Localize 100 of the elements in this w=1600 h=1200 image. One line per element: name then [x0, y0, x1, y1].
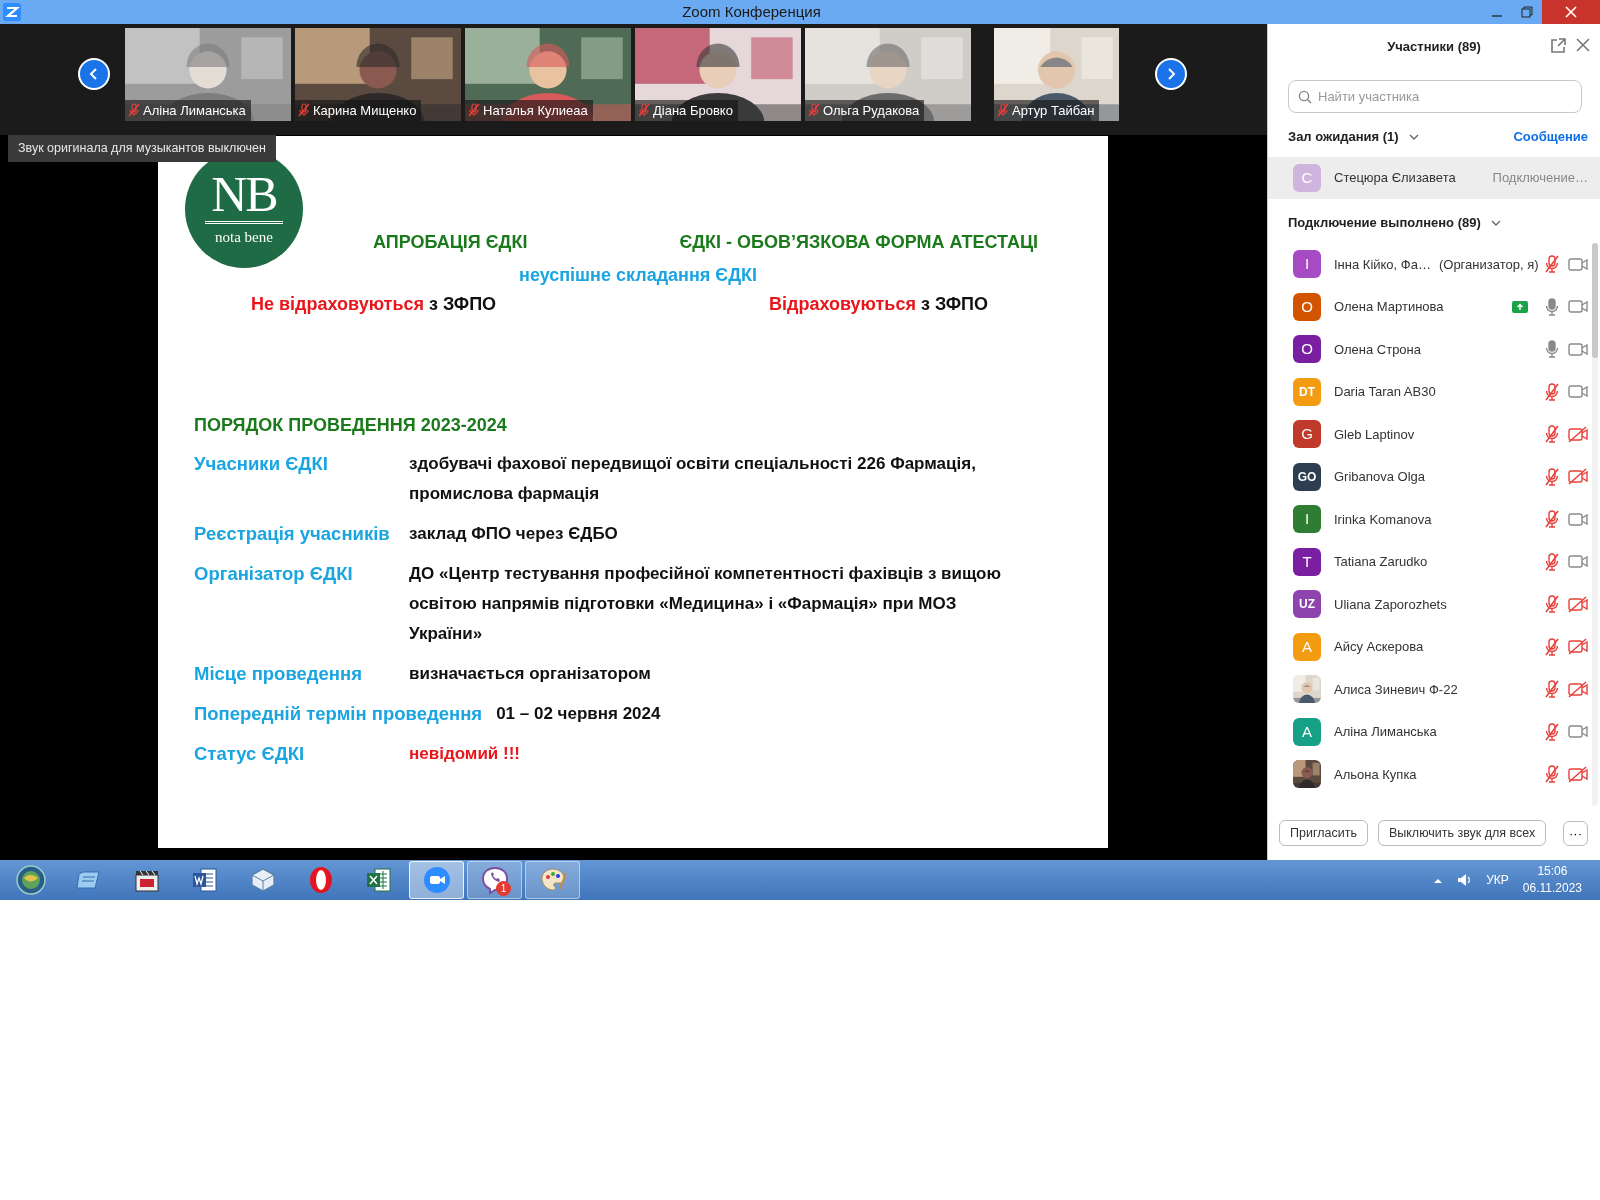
participant-name: Tatiana Zarudko — [1334, 553, 1428, 571]
search-field[interactable]: Найти участника — [1288, 80, 1582, 113]
clock-date: 06.11.2023 — [1522, 880, 1582, 897]
avatar: I — [1293, 250, 1321, 279]
avatar: O — [1293, 292, 1321, 321]
row-label: Попередній термін проведення — [194, 702, 484, 726]
participant-name: Артур Тайбан — [1012, 101, 1095, 120]
muted-mic-icon — [1544, 382, 1560, 401]
row-label: Реєстрація учасників — [194, 522, 391, 546]
participant-row[interactable]: T Tatiana Zarudko — [1268, 540, 1600, 583]
muted-mic-icon — [638, 103, 650, 118]
connection-status: Подключение… — [1492, 169, 1588, 188]
avatar: G — [1293, 420, 1321, 449]
participant-row[interactable]: O Олена Строна — [1268, 328, 1600, 371]
chevron-left-icon — [88, 67, 100, 81]
row-value: визначається організатором — [409, 663, 651, 685]
participant-row[interactable]: Альона Купка — [1268, 753, 1600, 796]
participant-name: Gribanova Olga — [1334, 468, 1426, 486]
notification-badge: 1 — [496, 881, 511, 896]
participant-row[interactable]: DT Daria Taran AB30 — [1268, 370, 1600, 413]
avatar: A — [1293, 717, 1321, 746]
row-label: Організатор ЄДКІ — [194, 562, 354, 586]
participant-row[interactable]: O Олена Мартинова — [1268, 285, 1600, 328]
participant-name: Ольга Рудакова — [823, 101, 920, 120]
avatar: GO — [1293, 462, 1321, 491]
outcome-text: Відраховуються з ЗФПО — [769, 293, 990, 316]
video-camera-icon — [1568, 383, 1588, 401]
close-button[interactable] — [1576, 38, 1590, 54]
video-off-icon — [1568, 638, 1588, 656]
participant-role: (Организатор, я) — [1438, 255, 1539, 274]
row-label: Учасники ЄДКІ — [194, 452, 329, 476]
slide-heading: ЄДКІ - ОБОВ’ЯЗКОВА ФОРМА АТЕСТАЦІ — [679, 231, 1039, 254]
screen-share-icon — [1512, 300, 1528, 313]
video-off-icon — [1568, 425, 1588, 443]
participant-name: Аліна Лиманська — [143, 101, 246, 120]
next-button[interactable] — [1155, 58, 1187, 90]
close-icon — [1565, 6, 1577, 18]
mic-icon — [1544, 340, 1560, 359]
invite-button[interactable]: Пригласить — [1279, 819, 1368, 847]
participant-name: Олена Строна — [1334, 340, 1421, 359]
participant-name: Стецюра Єлизавета — [1334, 169, 1456, 188]
avatar: DT — [1293, 377, 1321, 406]
language-indicator[interactable]: УКР — [1486, 871, 1509, 889]
participant-row[interactable]: Алиса Зиневич Ф-22 — [1268, 668, 1600, 711]
participant-row[interactable]: G Gleb Laptinov — [1268, 413, 1600, 456]
mute-all-button[interactable]: Выключить звук для всех — [1377, 819, 1547, 847]
row-label: Статус ЄДКІ — [194, 742, 306, 766]
participant-row[interactable]: A Айсу Аскерова — [1268, 625, 1600, 668]
scrollbar-thumb[interactable] — [1592, 243, 1598, 358]
row-value: заклад ФПО через ЄДБО — [409, 523, 618, 545]
show-hidden-icons-button[interactable] — [1434, 877, 1443, 883]
close-button[interactable] — [1542, 0, 1600, 24]
mic-icon — [1544, 297, 1560, 316]
outcome-text: Не відраховуються з ЗФПО — [251, 293, 498, 316]
participant-name: Алиса Зиневич Ф-22 — [1334, 680, 1458, 699]
video-camera-icon — [1568, 255, 1588, 273]
taskbar-button[interactable]: 1 — [467, 861, 522, 899]
message-link[interactable]: Сообщение — [1513, 127, 1588, 147]
participant-name: Daria Taran AB30 — [1334, 383, 1436, 401]
group-title: Зал ожидания (1) — [1288, 128, 1399, 147]
volume-button[interactable] — [1456, 872, 1473, 888]
row-value: здобувачі фахової передвищої освіти спеціальності 226 Фармація, промислова фармація — [409, 453, 977, 505]
participant-row[interactable]: A Аліна Лиманська — [1268, 710, 1600, 753]
app-logo-icon — [3, 3, 21, 21]
group-title: Подключение выполнено (89) — [1288, 214, 1481, 233]
participant-row[interactable]: UZ Uliana Zaporozhets — [1268, 583, 1600, 626]
participant-row[interactable]: I Інна Кійко, Фа… (Организатор, я) — [1268, 243, 1600, 286]
pop-out-button[interactable] — [1550, 38, 1566, 54]
video-camera-icon — [1568, 723, 1588, 741]
muted-mic-icon — [1544, 637, 1560, 656]
participant-row[interactable]: GO Gribanova Olga — [1268, 455, 1600, 498]
waiting-participant-row[interactable]: C Стецюра Єлизавета Подключение… — [1268, 157, 1600, 199]
video-off-icon — [1568, 595, 1588, 613]
previous-button[interactable] — [78, 58, 110, 90]
muted-mic-icon — [1544, 595, 1560, 614]
muted-mic-icon — [997, 103, 1009, 118]
more-button[interactable]: ··· — [1563, 820, 1588, 846]
chevron-right-icon — [1165, 67, 1177, 81]
muted-mic-icon — [808, 103, 820, 118]
avatar: O — [1293, 335, 1321, 364]
participant-name: Айсу Аскерова — [1334, 638, 1424, 656]
caret-up-icon — [1434, 877, 1443, 883]
video-camera-icon — [1568, 553, 1588, 571]
logo-caption: nota bene — [215, 228, 273, 248]
participant-name: Карина Мищенко — [313, 101, 417, 120]
video-off-icon — [1568, 680, 1588, 698]
participant-name: Gleb Laptinov — [1334, 425, 1415, 444]
muted-mic-icon — [1544, 680, 1560, 699]
avatar: A — [1293, 632, 1321, 661]
speaker-icon — [1456, 872, 1473, 888]
notice-banner: Звук оригинала для музыкантов выключен — [8, 135, 276, 162]
participant-row[interactable]: I Irinka Komanova — [1268, 498, 1600, 541]
avatar: I — [1293, 505, 1321, 534]
restore-icon — [1521, 6, 1533, 18]
avatar: UZ — [1293, 590, 1321, 619]
muted-mic-icon — [1544, 255, 1560, 274]
row-label: Місце проведення — [194, 662, 363, 686]
close-icon — [1576, 38, 1590, 52]
pop-out-icon — [1550, 38, 1566, 54]
participant-name: Uliana Zaporozhets — [1334, 595, 1447, 614]
